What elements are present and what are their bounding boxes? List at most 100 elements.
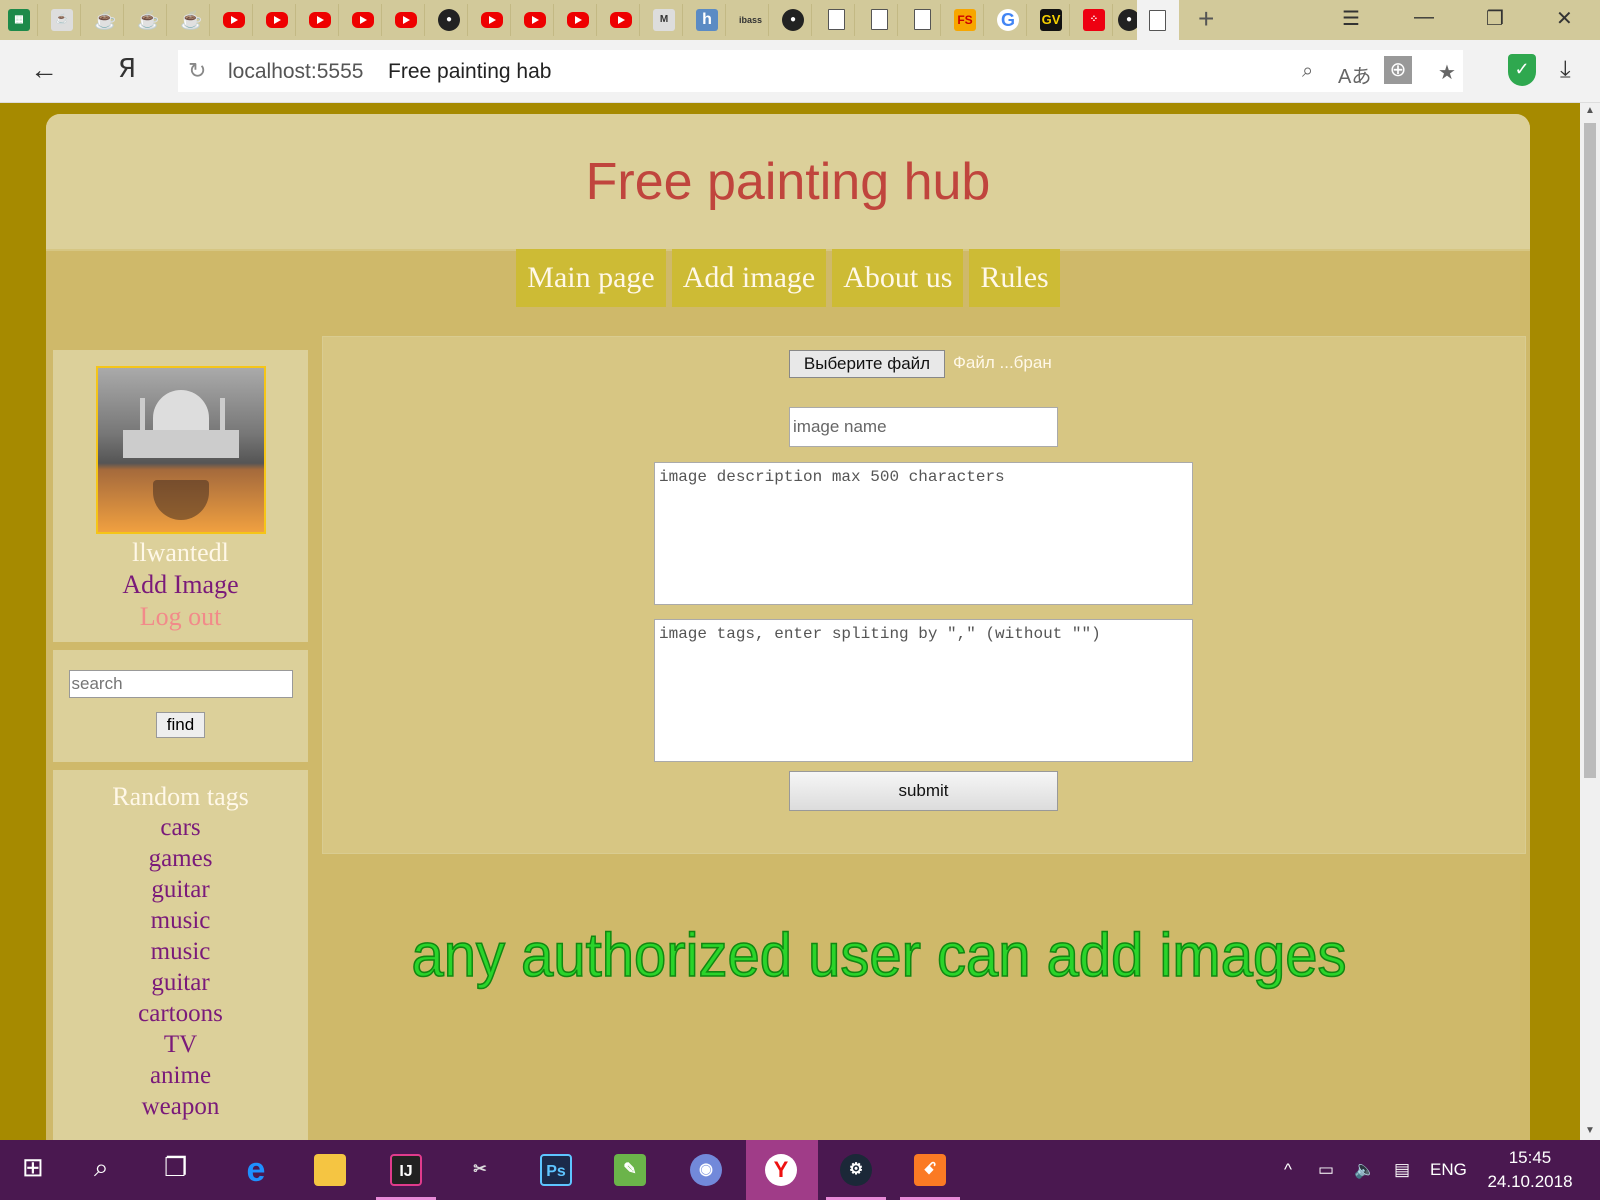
file-explorer-icon[interactable] <box>314 1154 346 1186</box>
nav-rules[interactable]: Rules <box>969 249 1060 307</box>
url-text[interactable]: localhost:5555 <box>228 60 363 84</box>
avatar-reflection <box>152 480 209 520</box>
avatar[interactable] <box>95 366 266 534</box>
tray-expand-icon[interactable]: ^ <box>1284 1160 1292 1180</box>
reload-icon[interactable]: ↻ <box>188 58 206 84</box>
logout-link[interactable]: Log out <box>53 602 308 632</box>
image-name-input[interactable]: image name <box>789 407 1058 447</box>
notifications-icon[interactable]: ▤ <box>1394 1160 1410 1180</box>
page-scrollbar[interactable]: ▲ ▼ <box>1580 103 1600 1140</box>
tab-java-1[interactable]: ☕ <box>86 4 124 36</box>
tag-link[interactable]: music <box>53 936 308 967</box>
tab-active[interactable] <box>1137 0 1179 42</box>
tab-gv[interactable]: GV <box>1032 4 1070 36</box>
submit-button[interactable]: submit <box>789 771 1058 811</box>
tag-link[interactable]: cartoons <box>53 998 308 1029</box>
photoshop-icon[interactable]: Ps <box>540 1154 572 1186</box>
tab-jar[interactable]: ☕ <box>43 4 81 36</box>
zoom-icon[interactable]: ⌕ <box>1302 60 1313 83</box>
url-field[interactable] <box>178 50 1463 92</box>
tab-youtube-3[interactable] <box>301 4 339 36</box>
nav-add-image[interactable]: Add image <box>671 249 827 307</box>
task-view-icon[interactable]: ❐ <box>164 1152 187 1183</box>
tab-youtube-2[interactable] <box>258 4 296 36</box>
tab-youtube-6[interactable] <box>473 4 511 36</box>
yandex-browser-icon[interactable]: Y <box>765 1154 797 1186</box>
xampp-icon[interactable]: ꗃ <box>914 1154 946 1186</box>
tab-github-1[interactable]: ● <box>430 4 468 36</box>
youtube-icon <box>309 12 331 28</box>
tab-h[interactable]: h <box>688 4 726 36</box>
tab-java-2[interactable]: ☕ <box>129 4 167 36</box>
shield-icon[interactable]: ✓ <box>1508 54 1536 86</box>
tab-youtube-8[interactable] <box>559 4 597 36</box>
windows-start-icon[interactable]: ⊞ <box>22 1152 44 1183</box>
tab-github-3[interactable]: ● <box>1096 4 1140 36</box>
tag-link[interactable]: cars <box>53 812 308 843</box>
bookmark-star-icon[interactable]: ★ <box>1438 60 1456 85</box>
image-tags-textarea[interactable]: image tags, enter spliting by "," (witho… <box>654 619 1193 762</box>
language-indicator[interactable]: ENG <box>1430 1160 1467 1180</box>
tab-sheets[interactable]: ▦ <box>0 4 38 36</box>
scroll-down-icon[interactable]: ▼ <box>1585 1125 1595 1136</box>
tab-document-3[interactable] <box>903 4 941 36</box>
scrollbar-thumb[interactable] <box>1584 123 1596 778</box>
nav-about-us[interactable]: About us <box>832 249 964 307</box>
tab-youtube-5[interactable] <box>387 4 425 36</box>
tag-link[interactable]: anime <box>53 1060 308 1091</box>
tab-youtube-4[interactable] <box>344 4 382 36</box>
volume-icon[interactable]: 🔈 <box>1354 1160 1375 1180</box>
discord-icon[interactable]: ◉ <box>690 1154 722 1186</box>
nav-main-page[interactable]: Main page <box>516 249 666 307</box>
tab-google[interactable]: G <box>989 4 1027 36</box>
clock[interactable]: 15:45 24.10.2018 <box>1480 1146 1580 1194</box>
avatar-building <box>122 430 239 458</box>
intellij-icon[interactable]: IJ <box>390 1154 422 1186</box>
choose-file-button[interactable]: Выберите файл <box>789 350 945 378</box>
tag-link[interactable]: music <box>53 905 308 936</box>
tab-youtube-7[interactable] <box>516 4 554 36</box>
tab-fs[interactable]: FS <box>946 4 984 36</box>
globe-icon[interactable]: ⊕ <box>1384 56 1412 84</box>
tag-link[interactable]: weapon <box>53 1091 308 1122</box>
tag-link[interactable]: guitar <box>53 967 308 998</box>
menu-icon[interactable]: ☰ <box>1342 6 1360 31</box>
tag-link[interactable]: games <box>53 843 308 874</box>
tag-link[interactable]: guitar <box>53 874 308 905</box>
java-icon: ☕ <box>137 10 160 30</box>
tab-ibass[interactable]: ibass <box>731 4 769 36</box>
tab-mask[interactable]: M <box>645 4 683 36</box>
steam-icon[interactable]: ⚙ <box>840 1154 872 1186</box>
username[interactable]: llwantedl <box>53 538 308 568</box>
tag-link[interactable]: TV <box>53 1029 308 1060</box>
paint-icon[interactable]: ✎ <box>614 1154 646 1186</box>
tab-strip: ▦ ☕ ☕ ☕ ☕ ● M h ibass ● FS G GV ⁘ ● + ☰ … <box>0 0 1600 42</box>
tab-youtube-9[interactable] <box>602 4 640 36</box>
address-bar-row: ← Я ↻ localhost:5555 Free painting hab ⌕… <box>0 40 1600 103</box>
translate-icon[interactable]: Aあ <box>1338 60 1371 89</box>
yandex-icon[interactable]: Я <box>118 54 136 84</box>
youtube-icon <box>610 12 632 28</box>
tab-java-3[interactable]: ☕ <box>172 4 210 36</box>
scroll-up-icon[interactable]: ▲ <box>1585 105 1595 116</box>
youtube-icon <box>352 12 374 28</box>
minimize-icon[interactable]: — <box>1414 6 1434 29</box>
ibass-icon: ibass <box>739 15 763 25</box>
search-icon[interactable]: ⌕ <box>94 1152 109 1184</box>
tab-document-1[interactable] <box>817 4 855 36</box>
new-tab-button[interactable]: + <box>1198 4 1214 34</box>
back-arrow-icon[interactable]: ← <box>30 54 58 86</box>
restore-icon[interactable]: ❐ <box>1486 6 1504 31</box>
close-icon[interactable]: ✕ <box>1556 6 1573 31</box>
network-icon[interactable]: ▭ <box>1318 1160 1334 1180</box>
tab-github-2[interactable]: ● <box>774 4 812 36</box>
snipping-tool-icon[interactable]: ✂ <box>464 1154 496 1186</box>
image-description-textarea[interactable]: image description max 500 characters <box>654 462 1193 605</box>
download-icon[interactable]: ⤓ <box>1560 56 1571 84</box>
find-button[interactable]: find <box>155 712 206 738</box>
tab-youtube-1[interactable] <box>215 4 253 36</box>
tab-document-2[interactable] <box>860 4 898 36</box>
add-image-link[interactable]: Add Image <box>53 570 308 600</box>
search-input[interactable] <box>68 670 293 698</box>
edge-icon[interactable]: e <box>240 1153 272 1187</box>
